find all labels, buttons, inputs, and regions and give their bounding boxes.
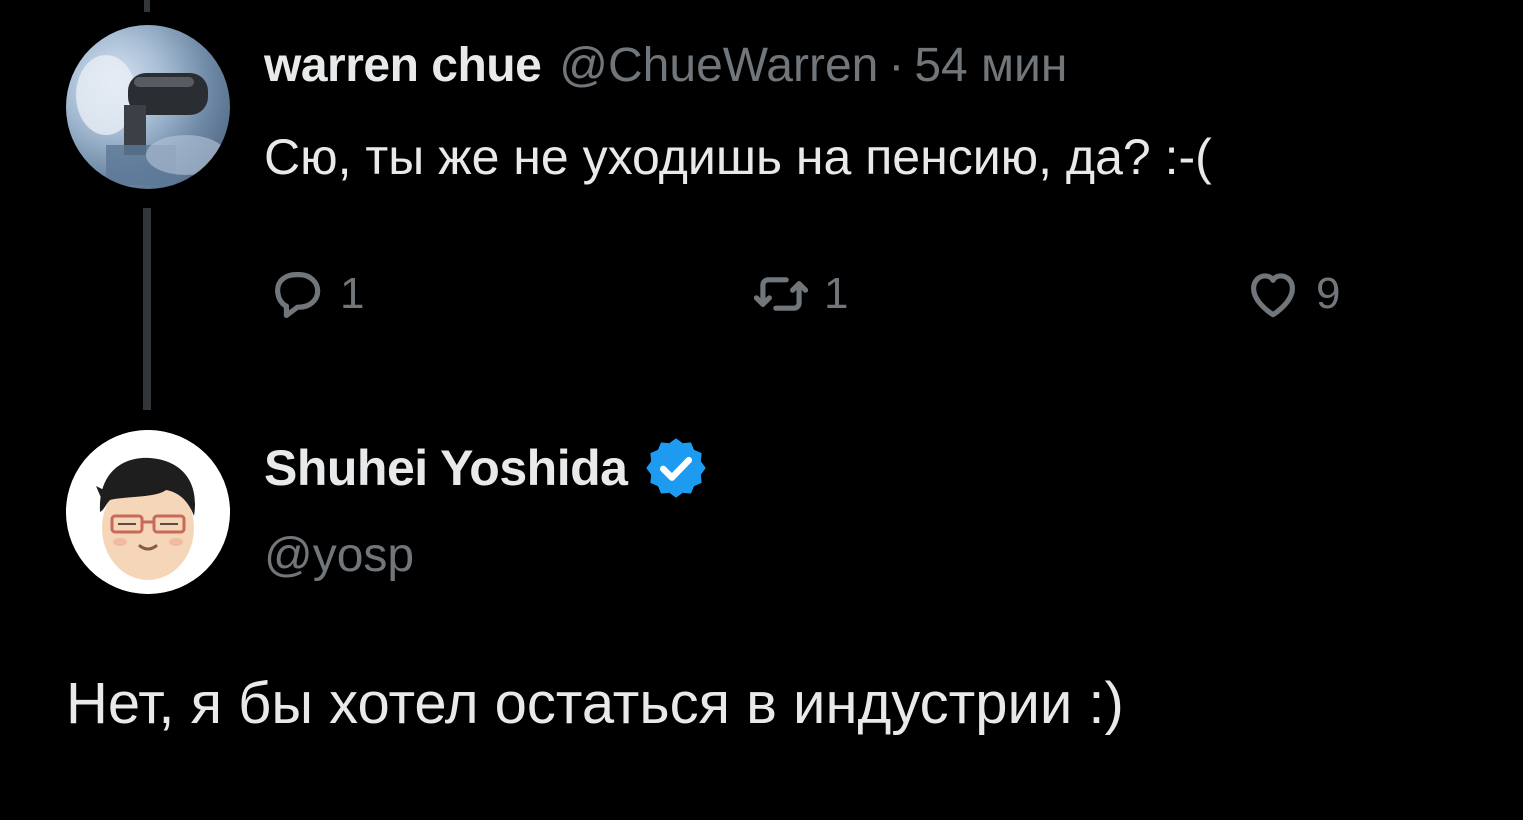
header-separator: · [888, 39, 905, 92]
retweet-button[interactable]: 1 [750, 262, 848, 326]
reply-header: warren chue @ChueWarren · 54 мин [264, 38, 1067, 98]
thread-line-top [144, 0, 150, 12]
reply-count: 1 [340, 269, 365, 318]
author-handle[interactable]: @yosp [264, 528, 414, 583]
avatar-image [76, 55, 226, 185]
avatar-shuhei-yoshida[interactable] [66, 430, 230, 594]
reply-icon [275, 272, 321, 319]
avatar-warren-chue[interactable] [66, 25, 230, 189]
reply-text: Сю, ты же не уходишь на пенсию, да? :-( [264, 129, 1212, 185]
like-button[interactable]: 9 [1242, 262, 1340, 326]
author-name-row: Shuhei Yoshida [264, 436, 711, 500]
retweet-count: 1 [824, 269, 849, 318]
author-tweet-text: Нет, я бы хотел остаться в индустрии :) [66, 671, 1124, 736]
retweet-icon [753, 277, 809, 311]
avatar-image [66, 430, 230, 594]
thread-connector-line [143, 208, 151, 410]
reply-timestamp[interactable]: 54 мин [914, 38, 1067, 93]
verified-badge-icon[interactable] [641, 433, 711, 503]
author-display-name[interactable]: Shuhei Yoshida [264, 439, 628, 497]
heart-icon [1251, 273, 1295, 318]
reply-button[interactable]: 1 [266, 262, 364, 326]
like-count: 9 [1316, 269, 1341, 318]
reply-display-name[interactable]: warren chue [264, 38, 542, 93]
tweet-thread: warren chue @ChueWarren · 54 мин Сю, ты … [0, 0, 1523, 820]
reply-handle[interactable]: @ChueWarren [559, 38, 878, 93]
